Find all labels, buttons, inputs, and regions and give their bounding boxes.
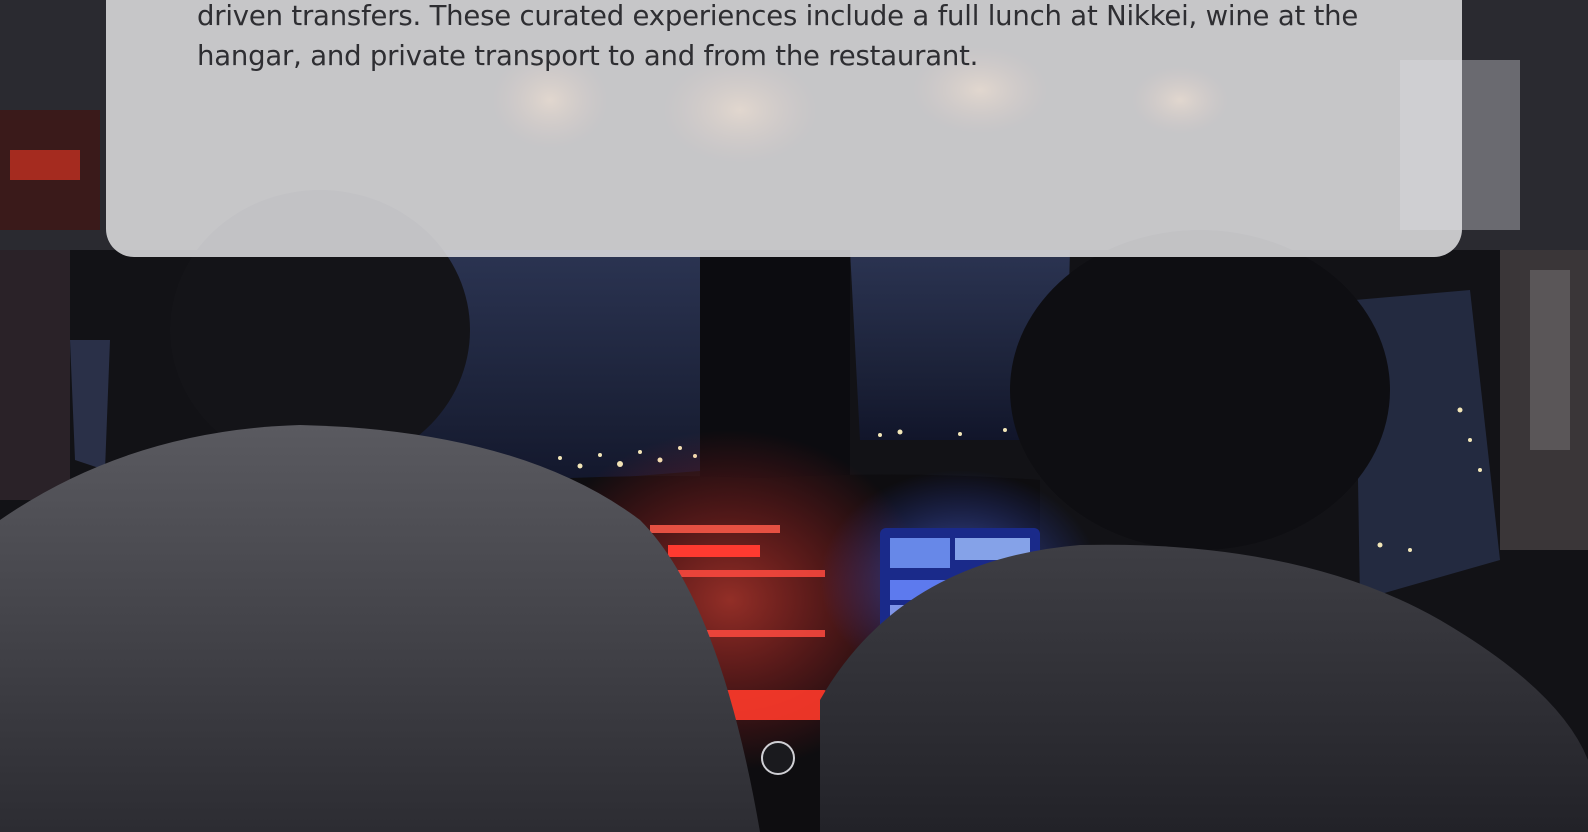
description-text: driven transfers. These curated experien… (197, 0, 1359, 72)
description-card: driven transfers. These curated experien… (106, 0, 1462, 257)
